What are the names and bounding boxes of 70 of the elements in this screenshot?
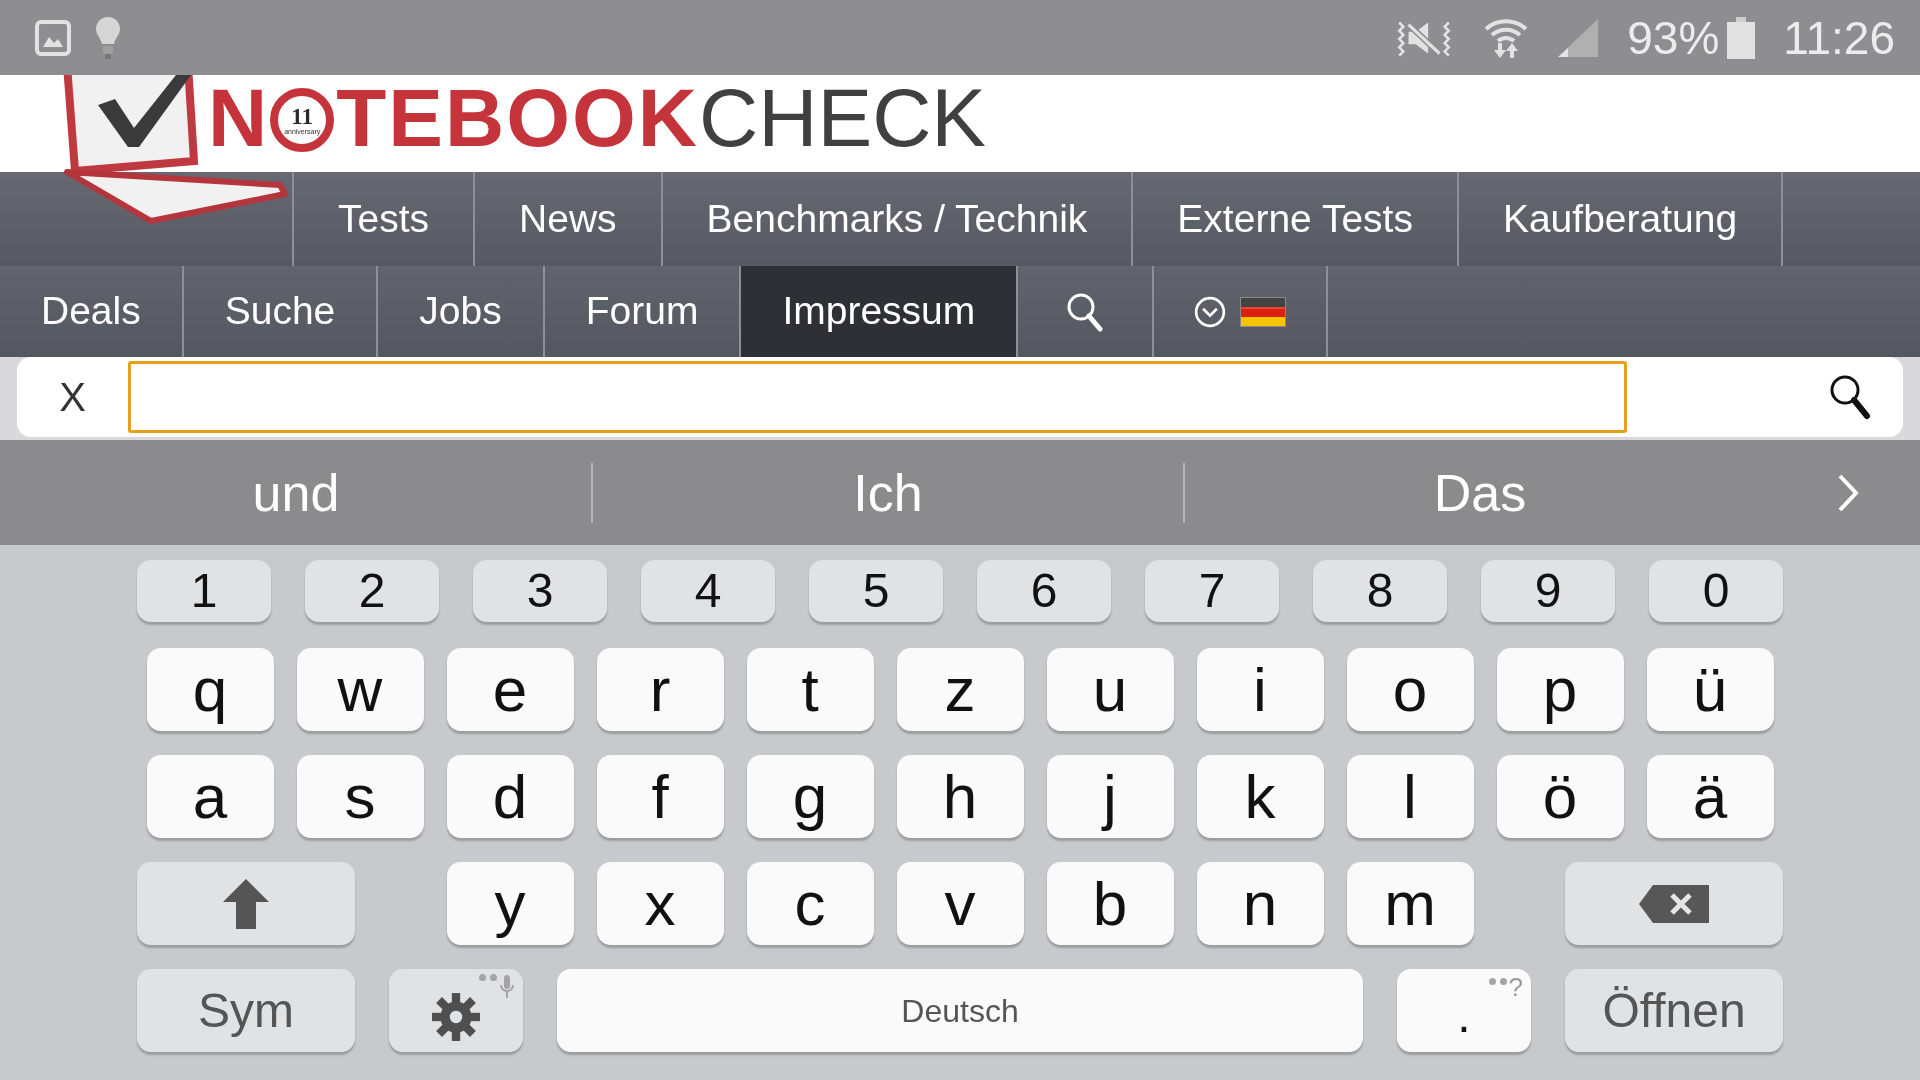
keyboard-key[interactable]: t [746, 648, 874, 731]
keyboard-key[interactable]: p [1496, 648, 1624, 731]
battery-icon [1727, 16, 1756, 59]
clear-button[interactable]: X [17, 377, 128, 417]
keyboard-key[interactable]: f [596, 755, 724, 838]
shift-key[interactable] [137, 862, 355, 945]
keyboard-key[interactable]: n [1196, 862, 1324, 945]
logo-text: CHECK [699, 77, 987, 159]
keyboard-key[interactable]: 6 [977, 560, 1111, 622]
keyboard-key[interactable]: 3 [473, 560, 607, 622]
dots-icon [1488, 978, 1507, 985]
keyboard-key[interactable]: v [896, 862, 1024, 945]
gear-icon [431, 991, 481, 1042]
keyboard-key[interactable]: 5 [809, 560, 943, 622]
keyboard-key[interactable]: x [596, 862, 724, 945]
keyboard-key[interactable]: 2 [305, 560, 439, 622]
space-key[interactable]: Deutsch [557, 969, 1363, 1052]
chevron-circle-icon [1194, 295, 1227, 328]
search-icon [1066, 291, 1105, 332]
backspace-icon [1639, 884, 1709, 923]
keyboard-key[interactable]: 7 [1145, 560, 1279, 622]
keyboard-key[interactable]: y [446, 862, 574, 945]
keyboard-key[interactable]: Sym [137, 969, 355, 1052]
keyboard-key[interactable]: g [746, 755, 874, 838]
keyboard-key[interactable]: k [1196, 755, 1324, 838]
picture-icon [35, 19, 71, 56]
keyboard-key[interactable]: ü [1646, 648, 1774, 731]
keyboard-key[interactable]: h [896, 755, 1024, 838]
keyboard-key[interactable]: a [146, 755, 274, 838]
keyboard-key[interactable]: j [1046, 755, 1174, 838]
keyboard-key[interactable]: e [446, 648, 574, 731]
chevron-right-icon[interactable] [1837, 472, 1859, 513]
keyboard-key[interactable]: m [1346, 862, 1474, 945]
lightbulb-icon [95, 15, 121, 60]
keyboard-key[interactable]: b [1046, 862, 1174, 945]
keyboard-key[interactable]: ä [1646, 755, 1774, 838]
keyboard-key[interactable]: w [296, 648, 424, 731]
keyboard-key[interactable]: o [1346, 648, 1474, 731]
keyboard-key[interactable]: 4 [641, 560, 775, 622]
keyboard-key[interactable]: i [1196, 648, 1324, 731]
nav-link[interactable]: Impressum [741, 266, 1019, 357]
keyboard-key[interactable]: d [446, 755, 574, 838]
keyboard-key[interactable]: l [1346, 755, 1474, 838]
keyboard-key[interactable]: q [146, 648, 274, 731]
microphone-icon [499, 974, 515, 1000]
keyboard-key[interactable]: 9 [1481, 560, 1615, 622]
keyboard-key[interactable]: 8 [1313, 560, 1447, 622]
keyboard-key[interactable]: s [296, 755, 424, 838]
search-icon[interactable] [1829, 374, 1871, 420]
keyboard-key[interactable]: r [596, 648, 724, 731]
search-field[interactable] [128, 361, 1627, 433]
keyboard-key[interactable]: z [896, 648, 1024, 731]
logo-text: N [208, 77, 270, 159]
keyboard-key[interactable]: Öffnen [1565, 969, 1783, 1052]
keyboard-key[interactable]: u [1046, 648, 1174, 731]
dots-icon [479, 974, 497, 981]
keyboard-key[interactable]: ö [1496, 755, 1624, 838]
settings-key[interactable] [389, 969, 523, 1052]
keyboard-key[interactable]: 0 [1649, 560, 1783, 622]
period-key[interactable]: . ? [1397, 969, 1531, 1052]
flag-icon [1240, 296, 1287, 327]
logo-text: TEBOOK [336, 77, 699, 159]
arrow-up-icon [222, 877, 270, 930]
clock-time: 11:26 [1783, 14, 1895, 61]
battery-percent: 93% [1627, 14, 1720, 61]
keyboard-key[interactable]: 1 [137, 560, 271, 622]
keyboard-key[interactable]: c [746, 862, 874, 945]
backspace-key[interactable] [1565, 862, 1783, 945]
signal-icon [1557, 17, 1600, 58]
badge-number: 11 [291, 105, 314, 128]
